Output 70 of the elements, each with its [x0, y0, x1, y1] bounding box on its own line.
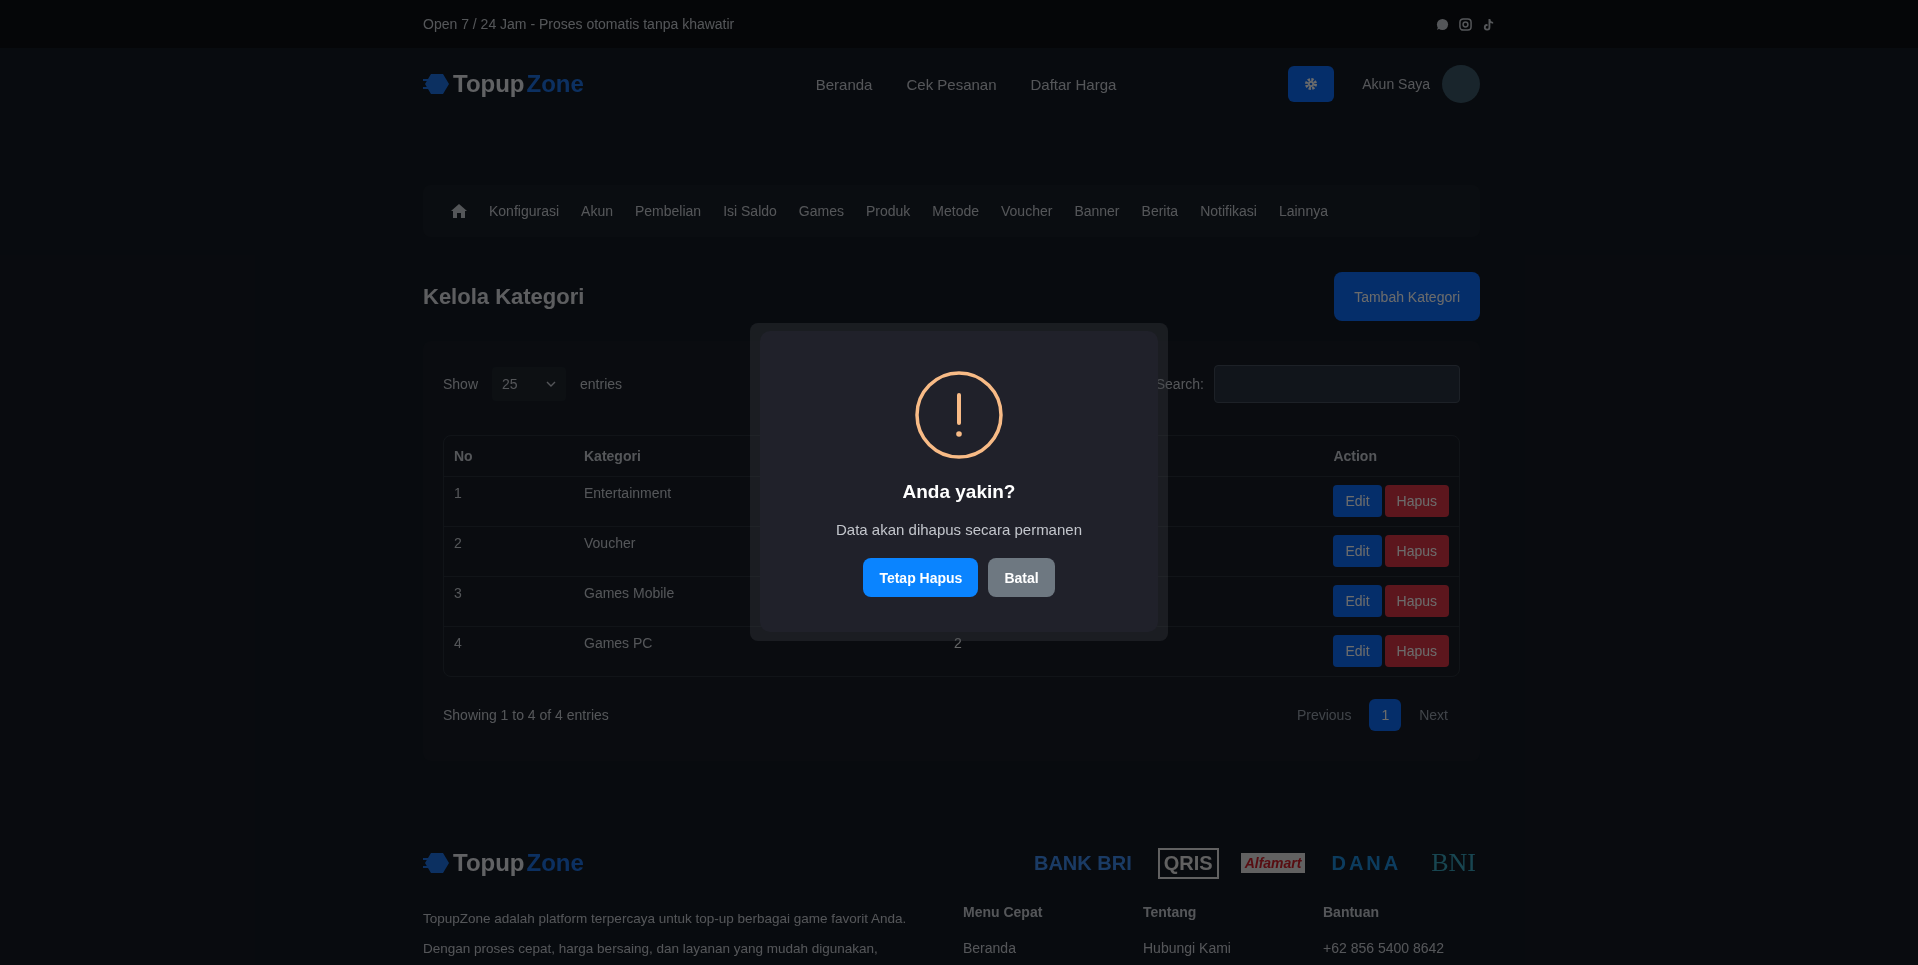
- entries-label: entries: [580, 376, 623, 392]
- logo-text-accent: Zone: [526, 70, 584, 98]
- payment-logo: BANK BRI: [1032, 850, 1133, 876]
- search-label: Search:: [1155, 376, 1204, 392]
- nav-link[interactable]: Daftar Harga: [1030, 75, 1117, 93]
- menu-item[interactable]: Konfigurasi: [489, 203, 560, 219]
- table-cell-text: 4: [453, 634, 463, 653]
- entries-select[interactable]: 25: [492, 367, 567, 401]
- menu-item[interactable]: Notifikasi: [1200, 203, 1257, 219]
- edit-button[interactable]: Edit: [1333, 585, 1382, 617]
- payment-logo: QRIS: [1157, 847, 1219, 879]
- nav-link[interactable]: Beranda: [815, 75, 873, 93]
- logo[interactable]: TopupZone: [423, 70, 584, 98]
- footer-link[interactable]: Hubungi Kami: [1143, 940, 1231, 956]
- pagination-button[interactable]: Next: [1407, 699, 1460, 731]
- tiktok-icon[interactable]: [1482, 17, 1495, 31]
- menu-item[interactable]: Isi Saldo: [723, 203, 777, 219]
- edit-button[interactable]: Edit: [1333, 535, 1382, 567]
- menu-item[interactable]: Berita: [1141, 203, 1179, 219]
- payment-logo: BNI: [1430, 847, 1477, 879]
- menu-item[interactable]: Pembelian: [634, 203, 702, 219]
- payment-logo: DANA: [1330, 850, 1403, 876]
- footer-link[interactable]: Beranda: [963, 940, 1016, 956]
- payment-logo: Alfamart: [1240, 853, 1306, 873]
- confirm-delete-button[interactable]: Tetap Hapus: [863, 558, 979, 597]
- whatsapp-icon[interactable]: [1436, 17, 1449, 31]
- home-icon[interactable]: [451, 204, 467, 218]
- edit-button[interactable]: Edit: [1333, 635, 1382, 667]
- settings-button[interactable]: [1288, 66, 1335, 102]
- page-title: Kelola Kategori: [423, 283, 585, 310]
- column-header: Action: [1323, 436, 1459, 477]
- menu-item[interactable]: Games: [798, 203, 844, 219]
- footer-link[interactable]: +62 856 5400 8642: [1323, 940, 1445, 956]
- chevron-down-icon: [546, 381, 557, 387]
- top-bar-text: Open 7 / 24 Jam - Proses otomatis tanpa khawatir: [423, 16, 735, 32]
- add-category-button[interactable]: Tambah Kategori: [1334, 272, 1480, 321]
- menu-item[interactable]: Voucher: [1001, 203, 1053, 219]
- footer-heading: Menu Cepat: [963, 904, 1044, 920]
- logo[interactable]: TopupZone: [423, 849, 584, 877]
- menu-item[interactable]: Produk: [865, 203, 911, 219]
- warning-icon: [915, 371, 1003, 459]
- table-cell: 1: [444, 477, 574, 527]
- delete-button[interactable]: Hapus: [1384, 635, 1449, 667]
- menu-item[interactable]: Banner: [1074, 203, 1120, 219]
- pagination-button[interactable]: Previous: [1284, 699, 1364, 731]
- table-info: Showing 1 to 4 of 4 entries: [443, 707, 609, 723]
- footer-heading: Bantuan: [1323, 904, 1380, 920]
- delete-button[interactable]: Hapus: [1384, 585, 1449, 617]
- footer-heading: Tentang: [1143, 904, 1198, 920]
- logo-text-accent: Zone: [526, 849, 584, 877]
- menu-item[interactable]: Akun: [581, 203, 613, 219]
- column-header: No: [444, 436, 574, 477]
- instagram-icon[interactable]: [1459, 17, 1472, 31]
- delete-button[interactable]: Hapus: [1384, 535, 1449, 567]
- account-label[interactable]: Akun Saya: [1362, 76, 1430, 92]
- footer-description: TopupZone adalah platform terpercaya untuk top-up berbagai game favorit Anda. Dengan proses cepat, harga bersaing, dan layanan yang mudah digunakan,: [423, 910, 908, 958]
- menu-item[interactable]: Lainnya: [1278, 203, 1328, 219]
- table-cell-text: Games PC: [583, 634, 654, 653]
- table-cell: 2: [954, 635, 962, 651]
- table-cell: 3: [444, 577, 574, 627]
- delete-button[interactable]: Hapus: [1384, 485, 1449, 517]
- show-label: Show: [443, 376, 479, 392]
- table-cell: 2: [444, 527, 574, 577]
- cancel-button[interactable]: Batal: [988, 558, 1055, 597]
- logo-text: Topup: [453, 849, 525, 877]
- pagination-button[interactable]: 1: [1369, 699, 1402, 731]
- logo-text: Topup: [453, 70, 525, 98]
- menu-item[interactable]: Metode: [932, 203, 979, 219]
- nav-link[interactable]: Cek Pesanan: [906, 75, 997, 93]
- edit-button[interactable]: Edit: [1333, 485, 1382, 517]
